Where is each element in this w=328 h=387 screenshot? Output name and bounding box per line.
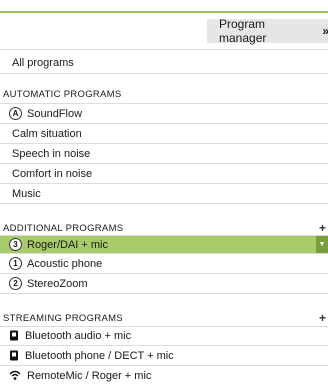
program-item-remotemic-roger-mic[interactable]: RemoteMic / Roger + mic [0, 367, 328, 384]
all-programs-label: All programs [12, 56, 74, 69]
device-icon [9, 330, 19, 341]
program-item-bluetooth-phone-dect-mic[interactable]: Bluetooth phone / DECT + mic [0, 347, 328, 364]
divider [0, 49, 328, 50]
program-item-comfort-in-noise[interactable]: Comfort in noise [0, 165, 328, 182]
wireless-icon [9, 370, 21, 381]
additional-programs-title: ADDITIONAL PROGRAMS [3, 223, 124, 234]
divider [0, 143, 328, 144]
all-programs-item[interactable]: All programs [0, 54, 328, 71]
dropdown-arrow-icon[interactable]: ▼ [316, 236, 328, 253]
program-manager-label: Program manager [219, 17, 267, 45]
divider [0, 203, 328, 204]
divider [0, 273, 328, 274]
program-label: SoundFlow [27, 107, 83, 120]
double-chevron-right-icon: » [322, 24, 328, 38]
automatic-programs-title: AUTOMATIC PROGRAMS [3, 89, 122, 100]
program-label: StereoZoom [27, 277, 88, 290]
top-accent-line [0, 11, 328, 13]
program-item-bluetooth-audio-mic[interactable]: Bluetooth audio + mic [0, 327, 328, 344]
divider [0, 253, 328, 254]
add-streaming-program-icon[interactable]: + [319, 311, 326, 325]
program-item-speech-in-noise[interactable]: Speech in noise [0, 145, 328, 162]
program-badge-3: 3 [9, 238, 22, 251]
divider [0, 123, 328, 124]
program-badge-1: 1 [9, 257, 22, 270]
program-label: Roger/DAI + mic [27, 238, 108, 251]
program-label: Comfort in noise [12, 167, 93, 180]
program-label: Music [12, 187, 41, 200]
program-badge-a: A [9, 107, 22, 120]
program-item-calm-situation[interactable]: Calm situation [0, 125, 328, 142]
program-label: RemoteMic / Roger + mic [27, 369, 152, 382]
divider [0, 183, 328, 184]
streaming-programs-title: STREAMING PROGRAMS [3, 313, 123, 324]
program-label: Calm situation [12, 127, 82, 140]
program-label: Acoustic phone [27, 257, 103, 270]
divider [0, 73, 328, 74]
divider [0, 365, 328, 366]
program-manager-button[interactable]: Program manager » [207, 17, 328, 45]
program-item-soundflow[interactable]: A SoundFlow [0, 105, 328, 122]
program-label: Bluetooth phone / DECT + mic [25, 349, 174, 362]
program-item-roger-dai-mic[interactable]: 3 Roger/DAI + mic ▼ [0, 236, 328, 253]
divider [0, 345, 328, 346]
program-label: Bluetooth audio + mic [25, 329, 132, 342]
add-additional-program-icon[interactable]: + [319, 221, 326, 235]
divider [0, 293, 328, 294]
program-item-music[interactable]: Music [0, 185, 328, 202]
program-item-acoustic-phone[interactable]: 1 Acoustic phone [0, 255, 328, 272]
program-label: Speech in noise [12, 147, 91, 160]
program-badge-2: 2 [9, 277, 22, 290]
divider [0, 163, 328, 164]
divider [0, 103, 328, 104]
program-item-stereozoom[interactable]: 2 StereoZoom [0, 275, 328, 292]
device-icon [9, 350, 19, 361]
